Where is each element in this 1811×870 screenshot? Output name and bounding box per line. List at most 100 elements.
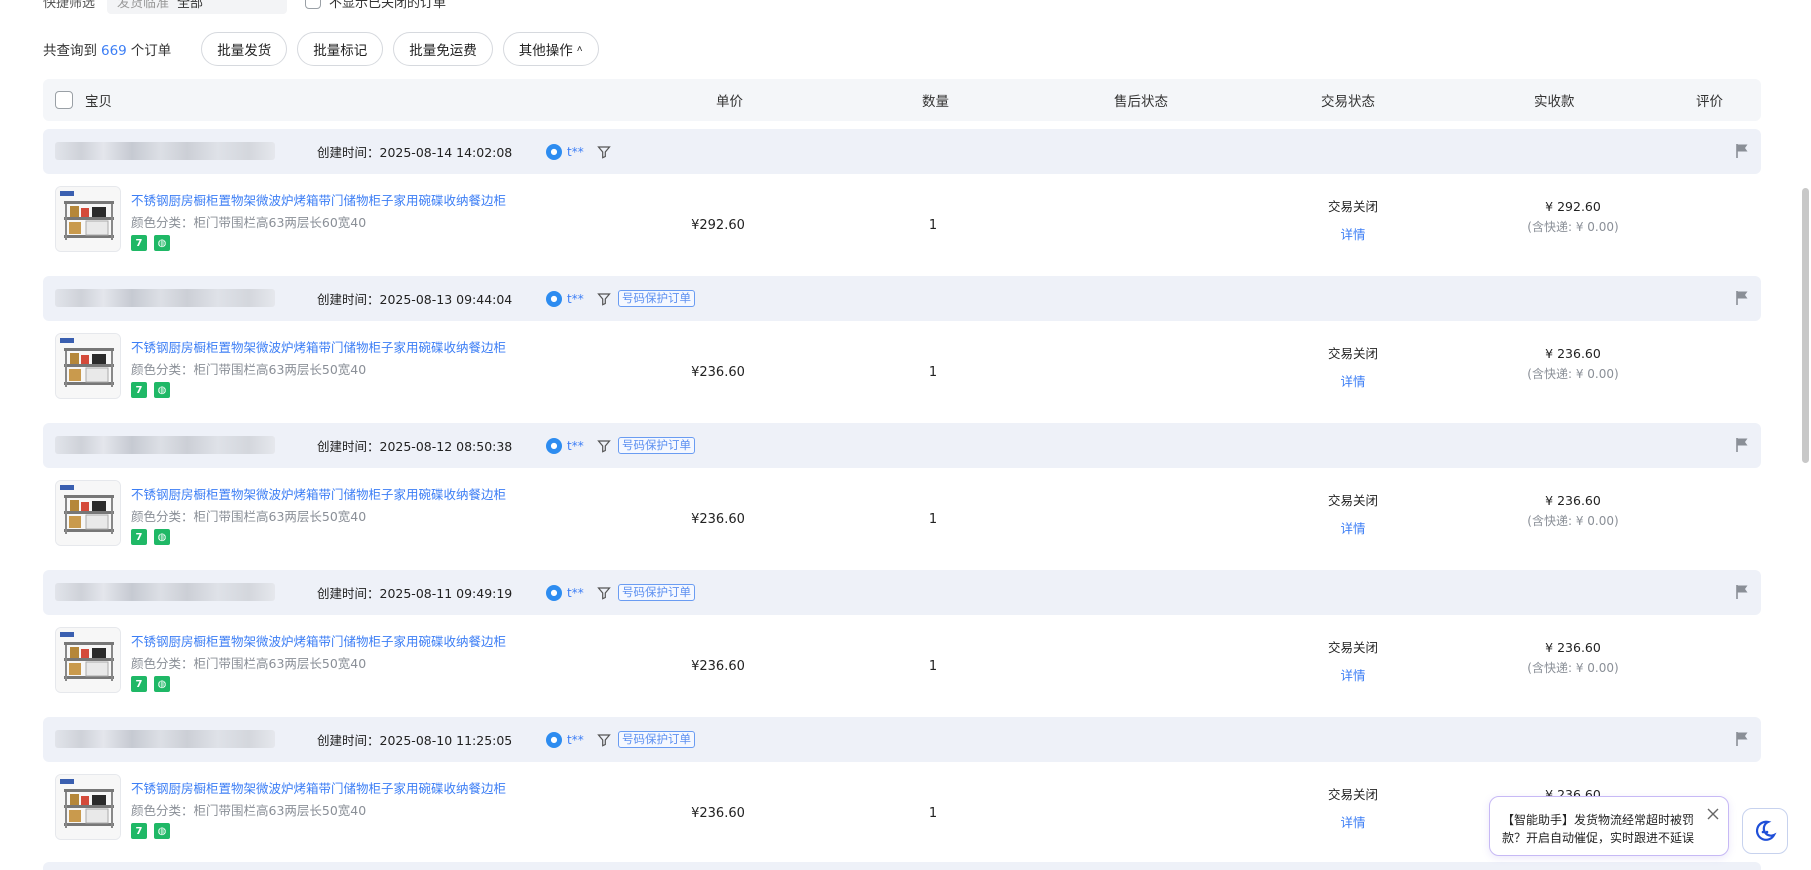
order-number-blurred (55, 436, 275, 454)
order-header-bar: 创建时间：2025-08-13 09:44:04 ● t** 号码保护订单 (43, 276, 1761, 321)
product-title-link[interactable]: 不锈钢厨房橱柜置物架微波炉烤箱带门储物柜子家用碗碟收纳餐边柜 (131, 337, 506, 356)
funnel-icon[interactable] (596, 145, 611, 159)
funnel-icon[interactable] (596, 586, 611, 600)
product-sku: 颜色分类：柜门带围栏高63两层长50宽40 (131, 656, 367, 671)
product-title-link[interactable]: 不锈钢厨房橱柜置物架微波炉烤箱带门储物柜子家用碗碟收纳餐边柜 (131, 190, 506, 209)
order-created-time: 创建时间：2025-08-11 09:49:19 (317, 586, 513, 601)
service-badges: 7 ◍ (131, 676, 170, 692)
product-title-link[interactable]: 不锈钢厨房橱柜置物架微波炉烤箱带门储物柜子家用碗碟收纳餐边柜 (131, 484, 506, 503)
batch-free-shipping-button[interactable]: 批量免运费 (393, 32, 493, 66)
received-amount-cell: ¥ 292.60 (含快递: ¥ 0.00) (1498, 199, 1648, 235)
wangwang-icon[interactable]: ● (546, 584, 562, 601)
smart-assistant-popup[interactable]: 【智能助手】发货物流经常超时被罚款？开启自动催促，实时跟进不延误 (1489, 796, 1729, 856)
col-item: 宝贝 (85, 94, 112, 110)
shipping-insurance-icon: ◍ (154, 382, 170, 398)
shipping-insurance-icon: ◍ (154, 529, 170, 545)
batch-mark-button[interactable]: 批量标记 (297, 32, 384, 66)
wangwang-icon[interactable]: ● (546, 731, 562, 748)
order-header-bar: 创建时间：2025-08-10 11:25:05 ● t** 号码保护订单 (43, 717, 1761, 762)
trade-status-cell: 交易关闭 详情 (1313, 637, 1393, 684)
col-trade-status: 交易状态 (1321, 94, 1375, 110)
unit-price: ¥236.60 (691, 658, 745, 674)
buyer-info: ● t** (546, 717, 611, 762)
close-icon[interactable] (1706, 807, 1720, 821)
service-badges: 7 ◍ (131, 529, 170, 545)
flag-icon[interactable] (1735, 290, 1749, 306)
col-review: 评价 (1696, 94, 1723, 110)
assistant-message: 【智能助手】发货物流经常超时被罚款？开启自动催促，实时跟进不延误 (1502, 813, 1695, 845)
product-thumbnail[interactable] (55, 480, 121, 546)
trade-status-cell: 交易关闭 详情 (1313, 343, 1393, 390)
select-all-cell: 宝贝 (55, 79, 112, 121)
buyer-info: ● t** (546, 570, 611, 615)
number-protect-badge: 号码保护订单 (618, 290, 695, 307)
shipping-fee: (含快递: ¥ 0.00) (1527, 661, 1619, 675)
trade-status: 交易关闭 (1327, 199, 1378, 214)
number-protect-badge: 号码保护订单 (618, 584, 695, 601)
product-title-link[interactable]: 不锈钢厨房橱柜置物架微波炉烤箱带门储物柜子家用碗碟收纳餐边柜 (131, 778, 506, 797)
order-detail-link[interactable]: 详情 (1313, 665, 1393, 684)
order-detail-link[interactable]: 详情 (1313, 371, 1393, 390)
flag-icon[interactable] (1735, 143, 1749, 159)
order-product-row: 不锈钢厨房橱柜置物架微波炉烤箱带门储物柜子家用碗碟收纳餐边柜 颜色分类：柜门带围… (43, 321, 1761, 423)
wangwang-icon[interactable]: ● (546, 290, 562, 307)
flag-icon[interactable] (1735, 584, 1749, 600)
order-header-bar: 创建时间：2025-08-12 08:50:38 ● t** 号码保护订单 (43, 423, 1761, 468)
wangwang-icon[interactable]: ● (546, 437, 562, 454)
product-image (56, 775, 120, 839)
order-block: 创建时间：2025-08-11 09:49:19 ● t** 号码保护订单 不锈… (43, 570, 1761, 717)
buyer-info: ● t** (546, 423, 611, 468)
order-detail-link[interactable]: 详情 (1313, 812, 1393, 831)
more-actions-button[interactable]: 其他操作 ˄ (502, 32, 599, 66)
page-scrollbar[interactable] (1802, 188, 1809, 463)
trade-status: 交易关闭 (1327, 346, 1378, 361)
col-price: 单价 (716, 94, 743, 110)
product-thumbnail[interactable] (55, 186, 121, 252)
product-thumbnail[interactable] (55, 333, 121, 399)
product-thumbnail[interactable] (55, 774, 121, 840)
more-actions-label: 其他操作 (518, 43, 573, 58)
hide-closed-checkbox-box[interactable] (305, 0, 322, 9)
seven-day-return-icon: 7 (131, 529, 147, 545)
shipping-fee: (含快递: ¥ 0.00) (1527, 220, 1619, 234)
order-detail-link[interactable]: 详情 (1313, 518, 1393, 537)
select-all-checkbox[interactable] (55, 91, 73, 109)
funnel-icon[interactable] (596, 439, 611, 453)
flag-icon[interactable] (1735, 731, 1749, 747)
assistant-button[interactable] (1742, 808, 1788, 854)
received-amount: ¥ 292.60 (1545, 199, 1601, 214)
product-thumbnail[interactable] (55, 627, 121, 693)
trade-status-cell: 交易关闭 详情 (1313, 490, 1393, 537)
shipping-filter-select[interactable]: 发货临准 全部 (107, 0, 288, 14)
seven-day-return-icon: 7 (131, 823, 147, 839)
shipping-fee: (含快递: ¥ 0.00) (1527, 367, 1619, 381)
shipping-filter-select-label: 发货临准 (117, 0, 170, 11)
received-amount-cell: ¥ 236.60 (含快递: ¥ 0.00) (1498, 346, 1648, 382)
order-created-time: 创建时间：2025-08-10 11:25:05 (317, 733, 513, 748)
product-title-link[interactable]: 不锈钢厨房橱柜置物架微波炉烤箱带门储物柜子家用碗碟收纳餐边柜 (131, 631, 506, 650)
batch-ship-button[interactable]: 批量发货 (201, 32, 288, 66)
order-count: 共查询到 669 个订单 (43, 39, 171, 59)
shipping-filter-select-value: 全部 (177, 0, 204, 11)
flag-icon[interactable] (1735, 437, 1749, 453)
buyer-nickname[interactable]: t** (567, 292, 584, 306)
order-number-blurred (55, 289, 275, 307)
buyer-nickname[interactable]: t** (567, 439, 584, 453)
funnel-icon[interactable] (596, 733, 611, 747)
order-count-number: 669 (101, 43, 127, 59)
buyer-nickname[interactable]: t** (567, 145, 584, 159)
shipping-insurance-icon: ◍ (154, 823, 170, 839)
hide-closed-orders-checkbox[interactable]: 不显示已关闭的订单 (305, 0, 446, 11)
order-detail-link[interactable]: 详情 (1313, 224, 1393, 243)
trade-status: 交易关闭 (1327, 640, 1378, 655)
seven-day-return-icon: 7 (131, 676, 147, 692)
number-protect-badge: 号码保护订单 (618, 731, 695, 748)
order-block: 创建时间：2025-08-12 08:50:38 ● t** 号码保护订单 不锈… (43, 423, 1761, 570)
funnel-icon[interactable] (596, 292, 611, 306)
number-protect-badge: 号码保护订单 (618, 437, 695, 454)
next-order-bar (43, 862, 1761, 870)
buyer-nickname[interactable]: t** (567, 733, 584, 747)
order-created-time: 创建时间：2025-08-12 08:50:38 (317, 439, 513, 454)
wangwang-icon[interactable]: ● (546, 143, 562, 160)
buyer-nickname[interactable]: t** (567, 586, 584, 600)
